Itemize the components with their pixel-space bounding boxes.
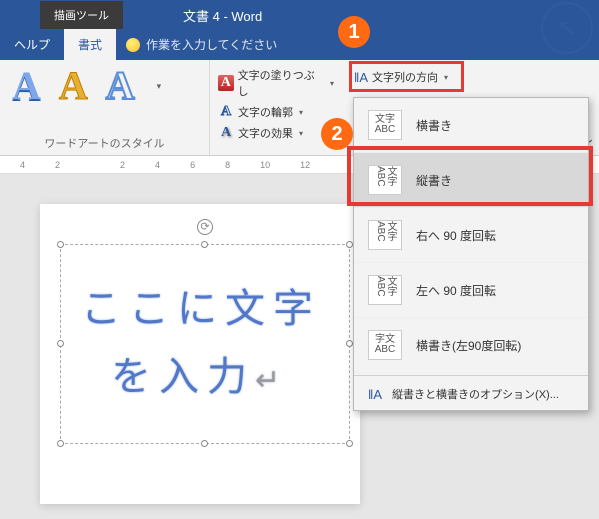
dropdown-item-rotate-right[interactable]: 文字ABC 右へ 90 度回転 (354, 208, 588, 263)
page[interactable]: ⟳ ここに文字 を入力↵ (40, 204, 360, 504)
ribbon-tabs: ヘルプ 書式 作業を入力してください (0, 30, 599, 60)
title-bar: 描画ツール 文書 4 - Word ↖ (0, 0, 599, 30)
dropdown-separator (354, 375, 588, 376)
dropdown-item-rotate-left[interactable]: 文字ABC 左へ 90 度回転 (354, 263, 588, 318)
text-fill-button[interactable]: A 文字の塗りつぶし▾ (216, 66, 336, 100)
resize-handle[interactable] (57, 340, 64, 347)
horizontal-rot-icon: 字文ABC (368, 330, 402, 360)
rotate-right-icon: 文字ABC (368, 220, 402, 250)
resize-handle[interactable] (346, 440, 353, 447)
resize-handle[interactable] (201, 440, 208, 447)
rotate-left-icon: 文字ABC (368, 275, 402, 305)
wordart-more[interactable]: ▾ (153, 81, 162, 92)
text-direction-icon: ‖A (354, 70, 368, 85)
text-outline-icon: A (218, 104, 234, 120)
bulb-icon (126, 38, 140, 52)
paragraph-mark: ↵ (255, 364, 288, 397)
rotate-handle[interactable]: ⟳ (197, 219, 213, 235)
dropdown-options[interactable]: ‖A 縦書きと横書きのオプション(X)... (354, 378, 588, 410)
dropdown-item-vertical[interactable]: 文字ABC 縦書き (354, 153, 588, 208)
text-direction-button[interactable]: ‖A 文字列の方向▾ (350, 66, 452, 88)
text-fill-icon: A (218, 75, 234, 91)
tab-format[interactable]: 書式 (64, 29, 116, 60)
wordart-sample-3[interactable]: A (106, 66, 135, 106)
contextual-tab: 描画ツール (40, 1, 123, 29)
text-effect-button[interactable]: A 文字の効果▾ (216, 124, 336, 142)
options-icon: ‖A (368, 387, 382, 402)
text-direction-dropdown: 文字ABC 横書き 文字ABC 縦書き 文字ABC 右へ 90 度回転 文字AB… (353, 97, 589, 411)
tell-me-search[interactable]: 作業を入力してください (116, 29, 287, 60)
resize-handle[interactable] (57, 440, 64, 447)
resize-handle[interactable] (201, 241, 208, 248)
vertical-icon: 文字ABC (368, 165, 402, 195)
wordart-sample-1[interactable]: A (12, 66, 41, 106)
wordart-textbox[interactable]: ⟳ ここに文字 を入力↵ (60, 244, 350, 444)
tab-help[interactable]: ヘルプ (0, 29, 64, 60)
text-outline-button[interactable]: A 文字の輪郭▾ (216, 103, 336, 121)
callout-1: 1 (338, 16, 370, 48)
callout-2: 2 (321, 118, 353, 150)
resize-handle[interactable] (57, 241, 64, 248)
wordart-sample-2[interactable]: A (59, 66, 88, 106)
document-title: 文書 4 - Word (183, 6, 262, 25)
resize-handle[interactable] (346, 241, 353, 248)
tell-me-label: 作業を入力してください (146, 36, 277, 53)
wordart-group-label: ワードアートのスタイル (8, 135, 201, 153)
text-effect-icon: A (218, 125, 234, 141)
dropdown-item-horizontal-rotated[interactable]: 字文ABC 横書き(左90度回転) (354, 318, 588, 373)
wordart-styles-group: A A A ▾ ワードアートのスタイル (0, 60, 210, 155)
horizontal-icon: 文字ABC (368, 110, 402, 140)
watermark-icon: ↖ (541, 2, 593, 54)
wordart-content[interactable]: ここに文字 を入力↵ (81, 275, 349, 411)
dropdown-item-horizontal[interactable]: 文字ABC 横書き (354, 98, 588, 153)
